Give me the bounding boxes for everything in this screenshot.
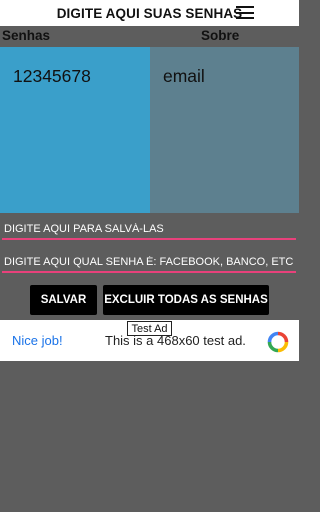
menu-line-bottom: [236, 17, 254, 19]
delete-all-button[interactable]: EXCLUIR TODAS AS SENHAS: [103, 285, 269, 315]
hamburger-menu-icon[interactable]: [236, 6, 254, 19]
save-button[interactable]: SALVAR: [30, 285, 97, 315]
password-input[interactable]: [2, 220, 296, 240]
about-value: email: [163, 66, 205, 86]
passwords-header: Senhas: [2, 28, 51, 43]
menu-line-middle: [236, 11, 254, 14]
passwords-panel[interactable]: 12345678: [0, 47, 150, 213]
password-value: 12345678: [13, 66, 91, 86]
app-title: DIGITE AQUI SUAS SENHAS: [56, 5, 243, 21]
ad-choices-logo-icon[interactable]: [267, 331, 289, 353]
about-header: Sobre: [201, 28, 240, 43]
ad-headline[interactable]: Nice job!: [12, 333, 63, 348]
about-panel[interactable]: email: [150, 47, 299, 213]
menu-line-top: [236, 6, 254, 8]
app-bar: DIGITE AQUI SUAS SENHAS: [0, 0, 299, 26]
password-about-input[interactable]: [2, 253, 296, 273]
ad-body-text[interactable]: This is a 468x60 test ad.: [105, 333, 246, 348]
